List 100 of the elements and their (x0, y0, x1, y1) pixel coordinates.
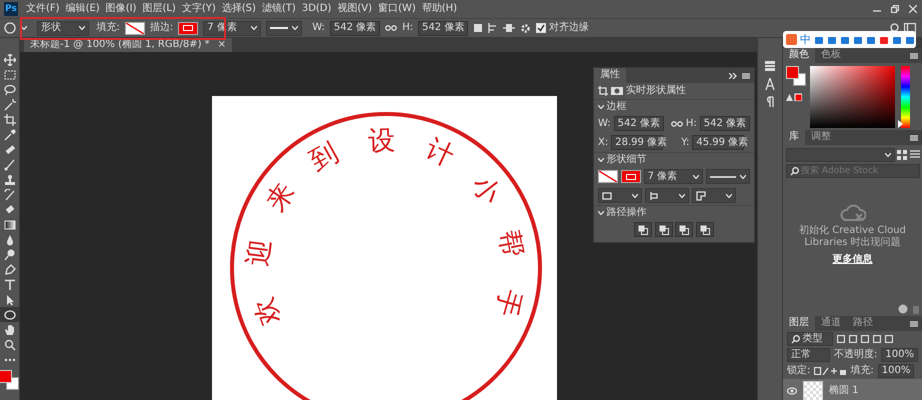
menu-item[interactable]: 图层(L) (139, 3, 179, 15)
menu-item[interactable]: 文字(Y) (178, 3, 219, 15)
adjustment-filter-icon[interactable] (849, 335, 857, 343)
intersect-icon[interactable] (679, 224, 690, 234)
collapse-icon[interactable] (729, 72, 737, 78)
menu-icon[interactable] (910, 320, 918, 326)
pixel-filter-icon[interactable] (837, 335, 845, 343)
blend-mode-dropdown[interactable]: 正常 (787, 348, 830, 362)
menu-item[interactable]: 帮助(H) (418, 3, 460, 15)
input-field[interactable]: 542 像素 (614, 116, 664, 131)
link-icon[interactable] (670, 120, 683, 126)
panel-tab[interactable]: 颜色 (783, 48, 815, 63)
align-edges-checkbox[interactable] (536, 23, 546, 33)
lasso-icon[interactable] (4, 84, 16, 96)
align-dropdown[interactable] (645, 188, 689, 203)
panel-tab[interactable]: 属性 (594, 68, 626, 83)
path-arrangement-icon[interactable] (503, 23, 516, 33)
menu-item[interactable]: 文件(F) (23, 3, 63, 15)
ellipse-icon[interactable] (4, 308, 16, 320)
smart-object-filter-icon[interactable] (885, 335, 893, 343)
field-label: H: (686, 118, 697, 130)
menu-icon[interactable] (742, 72, 750, 78)
stroke-swatch[interactable] (620, 170, 641, 183)
panel-tab[interactable]: 色板 (815, 48, 847, 63)
section-title[interactable]: 边框 (606, 101, 626, 113)
hue-slider-track[interactable] (901, 66, 910, 128)
filter-dropdown[interactable]: 类型 (787, 332, 833, 346)
section-title[interactable]: 路径操作 (606, 207, 646, 219)
gradient-icon[interactable] (4, 218, 16, 230)
character-icon[interactable] (765, 78, 775, 90)
menu-icon[interactable] (910, 52, 918, 58)
type-filter-icon[interactable] (861, 335, 869, 343)
menu-item[interactable]: 视图(V) (334, 3, 376, 15)
exclude-icon[interactable] (700, 224, 710, 234)
close-icon[interactable] (909, 5, 917, 13)
mode-dropdown[interactable]: 形状 (37, 20, 89, 36)
menu-item[interactable]: 窗口(W) (375, 3, 419, 15)
path-alignment-icon[interactable] (488, 23, 498, 33)
lock-icons[interactable] (814, 367, 846, 375)
zoom-icon[interactable] (4, 338, 16, 350)
restore-icon[interactable] (891, 5, 899, 13)
caret-icon (21, 26, 27, 30)
grid-view-icon[interactable] (897, 150, 907, 160)
stroke-swatch[interactable] (178, 22, 198, 34)
height-field[interactable]: 542 像素 (418, 20, 468, 36)
eyedropper-icon[interactable] (4, 128, 16, 140)
panel-tab[interactable]: 路径 (847, 316, 879, 331)
shape-filter-icon[interactable] (873, 335, 881, 343)
list-view-icon[interactable] (910, 150, 920, 160)
line-style-icon (710, 174, 736, 178)
fill-swatch[interactable] (598, 170, 618, 183)
line-style-icon (270, 26, 288, 30)
stroke-style-dropdown[interactable] (706, 169, 750, 184)
panel-tab[interactable]: 通道 (815, 316, 847, 331)
menu-icon[interactable] (910, 134, 918, 140)
marquee-icon[interactable] (4, 68, 16, 80)
menu-item[interactable]: 图像(I) (102, 3, 140, 15)
paragraph-icon[interactable] (765, 96, 775, 108)
input-field[interactable]: 542 像素 (700, 116, 750, 131)
menu-item[interactable]: 滤镜(T) (258, 3, 299, 15)
magic-wand-icon[interactable] (4, 98, 16, 110)
eraser-icon[interactable] (4, 204, 16, 216)
ime-mode[interactable]: 中 (800, 32, 811, 46)
fill-field[interactable]: 100% (878, 364, 914, 378)
fill-swatch[interactable] (124, 22, 145, 34)
panel-tab[interactable]: 调整 (805, 130, 837, 145)
hand-icon[interactable] (4, 324, 16, 336)
cap-style-dropdown[interactable] (598, 188, 642, 203)
link-icon[interactable] (385, 25, 398, 31)
panel-tab[interactable]: 图层 (783, 316, 815, 331)
pen-icon[interactable] (4, 264, 16, 276)
section-title[interactable]: 形状细节 (606, 154, 646, 166)
more-info-link[interactable]: 更多信息 (832, 254, 872, 266)
panel-tab[interactable]: 库 (783, 130, 805, 145)
dodge-icon[interactable] (4, 248, 16, 260)
crop-icon[interactable] (4, 114, 16, 126)
brush-icon[interactable] (4, 158, 16, 170)
menu-item[interactable]: 3D(D) (298, 3, 334, 15)
path-operations-icon[interactable] (473, 23, 484, 33)
subtract-icon[interactable] (658, 224, 669, 234)
menu-item[interactable]: 编辑(E) (62, 3, 103, 15)
menu-item[interactable]: 选择(S) (218, 3, 259, 15)
type-icon[interactable] (4, 278, 16, 290)
properties-icon[interactable] (764, 60, 776, 72)
opacity-field[interactable]: 100% (881, 348, 918, 362)
color-field[interactable] (810, 66, 895, 128)
layer-row[interactable]: 椭圆 1 (783, 379, 922, 400)
tab-close-button[interactable]: × (218, 39, 226, 51)
stroke-width-dropdown[interactable]: 7 像素 (644, 169, 703, 184)
color-swatches[interactable] (786, 66, 808, 88)
history-brush-icon[interactable] (4, 188, 16, 200)
eye-icon[interactable] (787, 387, 797, 395)
corner-dropdown[interactable] (692, 188, 736, 203)
stroke-style-dropdown[interactable] (266, 20, 302, 36)
stamp-icon[interactable] (4, 174, 16, 186)
color-swatches[interactable] (0, 370, 20, 392)
move-icon[interactable] (4, 54, 16, 66)
width-field[interactable]: 542 像素 (330, 20, 380, 36)
ellipse-tool-icon[interactable] (4, 22, 16, 34)
combine-icon[interactable] (638, 224, 648, 234)
